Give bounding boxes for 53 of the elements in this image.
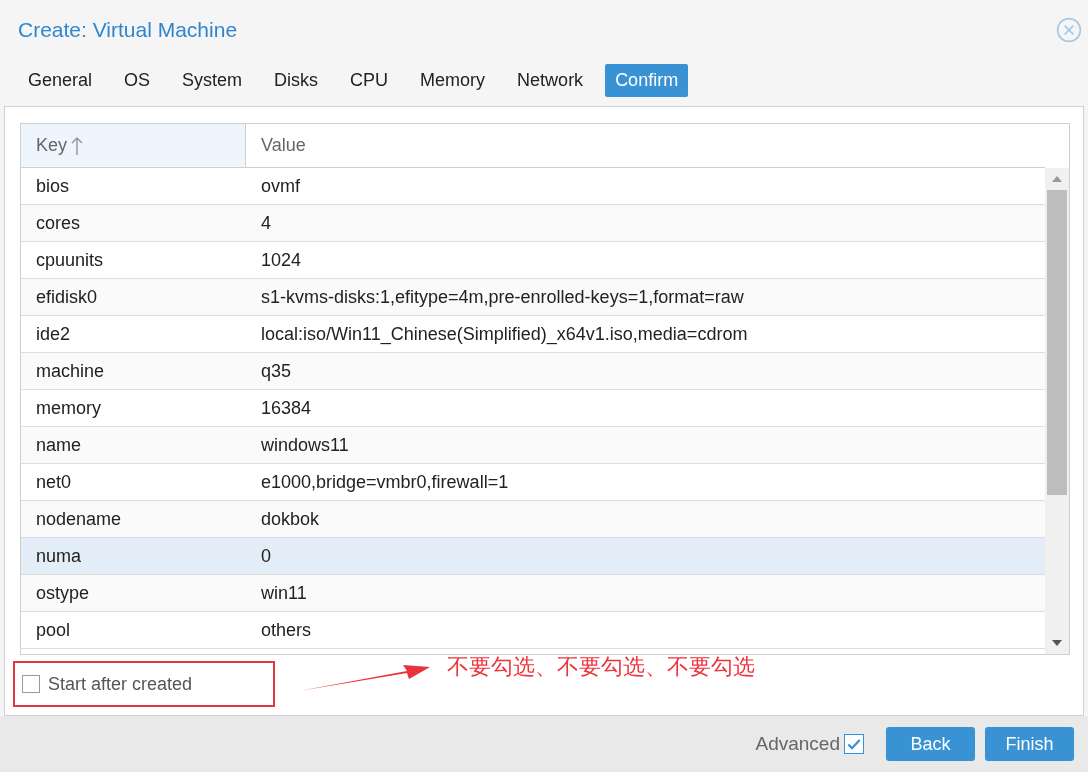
tab[interactable]: Memory <box>410 63 496 97</box>
table-cell-text: ostype <box>35 581 91 605</box>
table-cell-text: ovmf <box>260 174 301 198</box>
scroll-up-icon[interactable] <box>1052 176 1062 182</box>
table-cell-text: others <box>260 618 313 642</box>
table-row[interactable]: machine q35 <box>21 353 1045 390</box>
table-cell-text: machine <box>35 359 106 383</box>
table-cell-text: 1024 <box>260 248 303 272</box>
scrollbar[interactable] <box>1045 168 1069 654</box>
table-cell-text: 0 <box>260 544 272 568</box>
table-cell-text: dokbok <box>260 507 321 531</box>
tab[interactable]: General <box>18 63 103 97</box>
column-header[interactable]: Key <box>21 124 246 167</box>
table-cell-text: s1-kvms-disks:1,efitype=4m,pre-enrolled-keys=1,format=raw <box>260 285 745 309</box>
table-cell-text: e1000,bridge=vmbr0,firewall=1 <box>260 470 510 494</box>
table-cell-text: cpuunits <box>35 248 105 272</box>
table-row[interactable]: numa 0 <box>21 538 1045 575</box>
table-cell-text: name <box>35 433 83 457</box>
table-cell-text: 16384 <box>260 396 313 420</box>
table-cell-text: 4 <box>260 211 272 235</box>
table-cell-text: ide2 <box>35 322 72 346</box>
advanced-label[interactable]: Advanced <box>755 729 840 759</box>
sort-ascending-icon <box>71 135 84 156</box>
table-cell-text: win11 <box>260 581 308 605</box>
table-cell-text: net0 <box>35 470 73 494</box>
scrollbar-thumb[interactable] <box>1047 190 1067 495</box>
table-row[interactable]: cores 4 <box>21 205 1045 242</box>
checkbox-label[interactable]: Start after created <box>48 670 193 698</box>
table-cell-text: q35 <box>260 359 293 383</box>
table-cell-text: local:iso/Win11_Chinese(Simplified)_x64v1.iso,media=cdrom <box>260 322 749 347</box>
table-cell-text: bios <box>35 174 71 198</box>
table-cell-text: windows11 <box>260 433 350 457</box>
table-cell-text: nodename <box>35 507 123 531</box>
table-cell-text: cores <box>35 211 81 235</box>
table-row[interactable]: efidisk0 s1-kvms-disks:1,efitype=4m,pre-enrolled-keys=1,format=raw <box>21 279 1045 316</box>
window-title: Create: Virtual Machine <box>18 17 238 44</box>
table-cell-text: pool <box>35 618 72 642</box>
tab[interactable]: System <box>172 63 253 97</box>
table-row[interactable]: nodename dokbok <box>21 501 1045 538</box>
tab[interactable]: OS <box>114 63 161 97</box>
tab[interactable]: Network <box>507 63 594 97</box>
table-row[interactable]: name windows11 <box>21 427 1045 464</box>
table-cell-text: efidisk0 <box>35 285 99 309</box>
close-icon[interactable] <box>1056 17 1082 43</box>
scroll-down-icon[interactable] <box>1052 640 1062 646</box>
tab[interactable]: Disks <box>264 63 329 97</box>
table-row[interactable]: ostype win11 <box>21 575 1045 612</box>
checkbox[interactable] <box>844 734 864 754</box>
tab[interactable]: CPU <box>340 63 399 97</box>
table-cell-text: memory <box>35 396 102 420</box>
annotation-text: 不要勾选、不要勾选、不要勾选 <box>447 652 755 681</box>
table-cell-text: numa <box>35 544 83 568</box>
checkbox[interactable] <box>22 675 40 693</box>
